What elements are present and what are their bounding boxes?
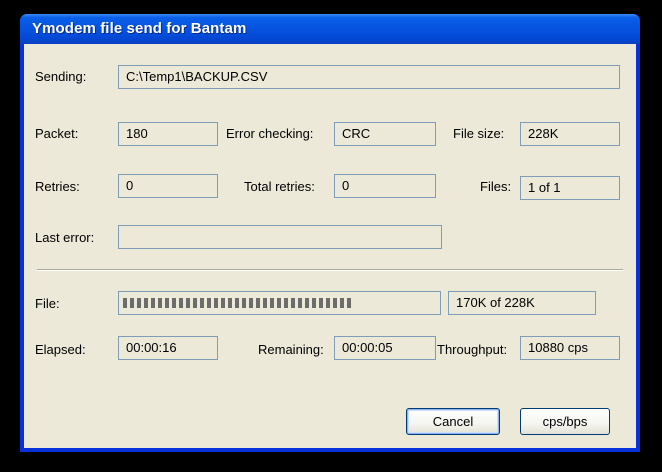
window-title: Ymodem file send for Bantam bbox=[32, 20, 247, 37]
sending-label: Sending: bbox=[35, 69, 87, 84]
retries-label: Retries: bbox=[35, 179, 80, 194]
sending-field: C:\Temp1\BACKUP.CSV bbox=[118, 65, 620, 89]
elapsed-label: Elapsed: bbox=[35, 342, 86, 357]
throughput-field: 10880 cps bbox=[520, 336, 620, 360]
last-error-field bbox=[118, 225, 442, 249]
remaining-label: Remaining: bbox=[258, 342, 324, 357]
last-error-label: Last error: bbox=[35, 230, 95, 245]
packet-label: Packet: bbox=[35, 126, 79, 141]
retries-field: 0 bbox=[118, 174, 218, 198]
dialog-body: Sending: C:\Temp1\BACKUP.CSV Packet: 180… bbox=[24, 44, 636, 448]
remaining-field: 00:00:05 bbox=[334, 336, 436, 360]
error-checking-label: Error checking: bbox=[226, 126, 314, 141]
error-checking-field: CRC bbox=[334, 122, 436, 146]
files-label: Files: bbox=[480, 179, 512, 194]
file-size-label: File size: bbox=[453, 126, 505, 141]
file-size-field: 228K bbox=[520, 122, 620, 146]
progress-text-field: 170K of 228K bbox=[448, 291, 596, 315]
file-progress-label: File: bbox=[35, 296, 60, 311]
total-retries-field: 0 bbox=[334, 174, 436, 198]
throughput-label: Throughput: bbox=[437, 342, 508, 357]
separator bbox=[37, 269, 623, 271]
file-progress-bar bbox=[118, 291, 441, 315]
elapsed-field: 00:00:16 bbox=[118, 336, 218, 360]
progress-fill bbox=[123, 298, 351, 308]
cps-bps-button[interactable]: cps/bps bbox=[520, 408, 610, 435]
title-bar[interactable]: Ymodem file send for Bantam bbox=[20, 14, 640, 44]
dialog-window: Ymodem file send for Bantam Sending: C:\… bbox=[20, 14, 640, 452]
files-field: 1 of 1 bbox=[520, 176, 620, 200]
total-retries-label: Total retries: bbox=[244, 179, 315, 194]
packet-field: 180 bbox=[118, 122, 218, 146]
cancel-button[interactable]: Cancel bbox=[406, 408, 500, 435]
